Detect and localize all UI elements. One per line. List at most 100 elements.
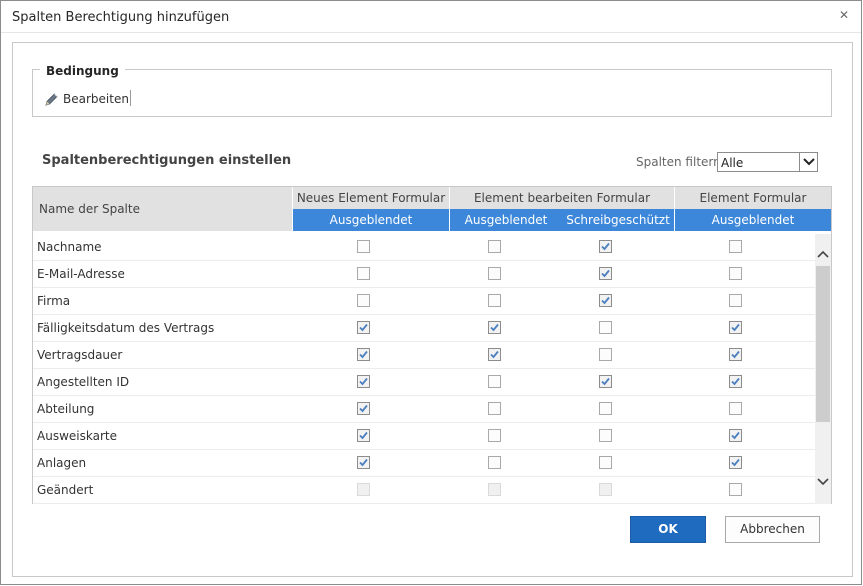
checkbox-new-hidden[interactable] (357, 321, 370, 334)
checkbox-new-hidden[interactable] (357, 267, 370, 280)
header-divider (292, 187, 293, 231)
checkbox-edit-hidden[interactable] (488, 402, 501, 415)
table-row: Vertragsdauer (33, 342, 815, 369)
checkbox-edit-readonly[interactable] (599, 375, 612, 388)
column-filter-select[interactable]: Alle (717, 152, 818, 172)
subheader-edit-hidden: Ausgeblendet (450, 209, 562, 231)
checkmark-icon (359, 323, 368, 332)
condition-legend: Bedingung (40, 64, 125, 78)
chevron-down-icon[interactable] (815, 474, 831, 490)
checkbox-new-hidden[interactable] (357, 402, 370, 415)
header-new-item-form: Neues Element Formular (293, 187, 449, 209)
checkmark-icon (359, 350, 368, 359)
checkbox-edit-hidden[interactable] (488, 348, 501, 361)
checkmark-icon (490, 323, 499, 332)
checkbox-edit-readonly[interactable] (599, 267, 612, 280)
column-name: Angestellten ID (37, 375, 130, 389)
section-title: Spaltenberechtigungen einstellen (42, 153, 292, 168)
table-row: Angestellten ID (33, 369, 815, 396)
checkbox-edit-hidden[interactable] (488, 267, 501, 280)
checkbox-edit-readonly[interactable] (599, 240, 612, 253)
checkbox-new-hidden[interactable] (357, 348, 370, 361)
close-icon[interactable]: ✕ (837, 8, 851, 22)
column-name: Nachname (37, 240, 102, 254)
checkbox-new-hidden[interactable] (357, 375, 370, 388)
checkbox-view-hidden[interactable] (729, 375, 742, 388)
checkbox-new-hidden[interactable] (357, 240, 370, 253)
checkbox-view-hidden[interactable] (729, 267, 742, 280)
checkmark-icon (731, 458, 740, 467)
dialog-title: Spalten Berechtigung hinzufügen (12, 10, 230, 25)
subheader-edit-readonly: Schreibgeschützt (562, 209, 674, 231)
checkbox-view-hidden[interactable] (729, 456, 742, 469)
checkbox-edit-hidden[interactable] (488, 456, 501, 469)
checkbox-edit-readonly[interactable] (599, 402, 612, 415)
checkmark-icon (731, 431, 740, 440)
column-name: Ausweiskarte (37, 429, 117, 443)
table-row: Fälligkeitsdatum des Vertrags (33, 315, 815, 342)
table-row: E-Mail-Adresse (33, 261, 815, 288)
column-name: Fälligkeitsdatum des Vertrags (37, 321, 215, 335)
table-row: Abteilung (33, 396, 815, 423)
checkbox-edit-readonly[interactable] (599, 348, 612, 361)
checkbox-view-hidden[interactable] (729, 240, 742, 253)
ok-button[interactable]: OK (630, 516, 706, 543)
column-name: Firma (37, 294, 71, 308)
filter-label: Spalten filtern (636, 155, 721, 169)
checkbox-new-hidden (357, 483, 370, 496)
checkmark-icon (601, 296, 610, 305)
table-row: Ausweiskarte (33, 423, 815, 450)
table-body: Nachname E-Mail-Adresse Firma Fälligkeitsda… (33, 234, 815, 504)
column-name-header-label: Name der Spalte (39, 202, 140, 216)
column-name: E-Mail-Adresse (37, 267, 125, 281)
checkbox-view-hidden[interactable] (729, 348, 742, 361)
checkbox-edit-readonly[interactable] (599, 294, 612, 307)
checkbox-edit-readonly[interactable] (599, 456, 612, 469)
table-row: Anlagen (33, 450, 815, 477)
table-scrollbar[interactable] (815, 234, 831, 504)
column-name: Geändert (37, 483, 94, 497)
checkbox-new-hidden[interactable] (357, 294, 370, 307)
edit-condition-button[interactable]: Bearbeiten (44, 90, 129, 108)
header-divider (449, 187, 450, 231)
checkbox-edit-hidden[interactable] (488, 294, 501, 307)
chevron-down-icon[interactable] (799, 153, 817, 171)
checkbox-view-hidden[interactable] (729, 321, 742, 334)
header-edit-item-form: Element bearbeiten Formular (450, 187, 674, 209)
checkmark-icon (601, 242, 610, 251)
checkmark-icon (731, 377, 740, 386)
checkbox-edit-hidden (488, 483, 501, 496)
checkbox-new-hidden[interactable] (357, 429, 370, 442)
toolbar-divider (130, 90, 131, 106)
checkmark-icon (359, 458, 368, 467)
checkbox-edit-hidden[interactable] (488, 321, 501, 334)
checkmark-icon (359, 404, 368, 413)
table-row: Nachname (33, 234, 815, 261)
subheader-new-hidden: Ausgeblendet (293, 209, 449, 231)
scrollbar-thumb[interactable] (816, 266, 830, 422)
checkbox-edit-readonly (599, 483, 612, 496)
checkbox-edit-readonly[interactable] (599, 321, 612, 334)
checkbox-new-hidden[interactable] (357, 456, 370, 469)
checkbox-edit-readonly[interactable] (599, 429, 612, 442)
column-name-header: Name der Spalte (33, 187, 292, 231)
checkbox-view-hidden[interactable] (729, 294, 742, 307)
column-filter-value: Alle (721, 156, 744, 170)
checkbox-edit-hidden[interactable] (488, 240, 501, 253)
checkbox-view-hidden[interactable] (729, 483, 742, 496)
checkmark-icon (490, 350, 499, 359)
checkbox-view-hidden[interactable] (729, 429, 742, 442)
chevron-up-icon[interactable] (815, 246, 831, 262)
checkbox-view-hidden[interactable] (729, 402, 742, 415)
header-view-item-form: Element Formular ansehen (675, 187, 831, 227)
checkbox-edit-hidden[interactable] (488, 429, 501, 442)
cancel-button[interactable]: Abbrechen (725, 516, 820, 543)
checkmark-icon (601, 269, 610, 278)
checkbox-edit-hidden[interactable] (488, 375, 501, 388)
checkmark-icon (359, 431, 368, 440)
subheader-view-hidden: Ausgeblendet (675, 209, 831, 231)
checkmark-icon (731, 350, 740, 359)
edit-condition-label: Bearbeiten (63, 92, 129, 106)
header-divider (674, 187, 675, 231)
column-name: Abteilung (37, 402, 95, 416)
